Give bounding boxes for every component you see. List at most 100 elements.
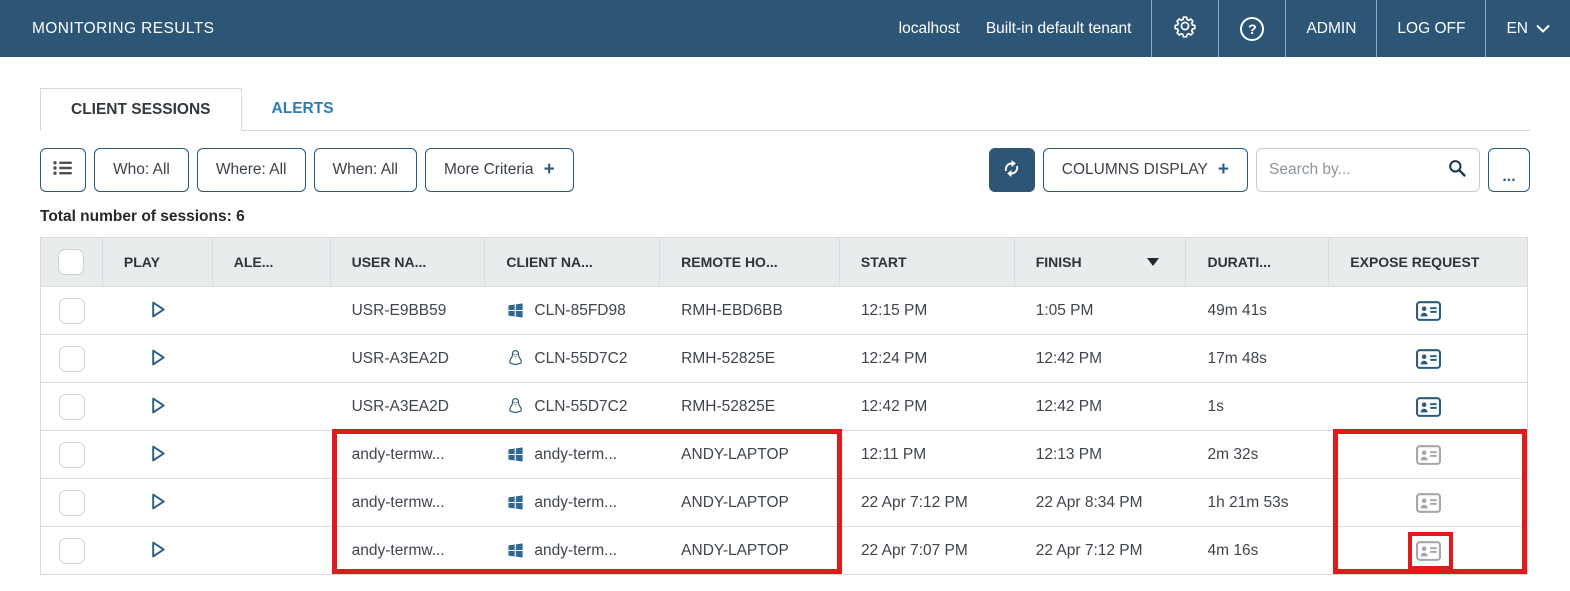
row-checkbox[interactable]	[59, 538, 85, 564]
columns-display-button[interactable]: COLUMNS DISPLAY +	[1043, 148, 1248, 192]
play-session-button[interactable]	[146, 490, 169, 516]
row-checkbox[interactable]	[59, 394, 85, 420]
play-session-button[interactable]	[146, 298, 169, 324]
header-finish-sorted[interactable]: FINISH	[1015, 238, 1187, 286]
filter-toolbar: Who: All Where: All When: All More Crite…	[40, 148, 1530, 192]
cell-alerts	[213, 479, 331, 526]
cell-user-name: USR-A3EA2D	[331, 383, 486, 430]
cell-duration: 2m 32s	[1186, 431, 1329, 478]
when-filter-label: When: All	[333, 161, 398, 179]
header-start[interactable]: START	[840, 238, 1015, 286]
cell-remote-host: ANDY-LAPTOP	[660, 527, 840, 574]
expose-request-icon[interactable]	[1416, 397, 1441, 417]
cell-start: 22 Apr 7:12 PM	[840, 479, 1015, 526]
header-duration[interactable]: DURATI...	[1186, 238, 1329, 286]
play-icon	[146, 490, 169, 516]
cell-remote-host: ANDY-LAPTOP	[660, 431, 840, 478]
row-checkbox[interactable]	[59, 442, 85, 468]
header-client-name[interactable]: CLIENT NA...	[485, 238, 660, 286]
list-icon	[53, 160, 73, 181]
cell-finish: 1:05 PM	[1015, 287, 1187, 334]
cell-finish: 12:42 PM	[1015, 383, 1187, 430]
header-alerts[interactable]: ALE...	[213, 238, 331, 286]
windows-os-icon	[506, 541, 525, 560]
cell-alerts	[213, 383, 331, 430]
play-session-button[interactable]	[146, 442, 169, 468]
more-options-button[interactable]: ...	[1488, 148, 1530, 192]
cell-finish: 12:42 PM	[1015, 335, 1187, 382]
sessions-table: PLAY ALE... USER NA... CLIENT NA... REMO…	[40, 237, 1528, 575]
table-body: USR-E9BB59 CLN-85FD98 RMH-EBD6BB 12:15 P…	[41, 286, 1527, 574]
cell-remote-host: RMH-52825E	[660, 383, 840, 430]
tab-alerts[interactable]: ALERTS	[242, 88, 364, 130]
refresh-button[interactable]	[989, 148, 1035, 192]
expose-request-icon[interactable]	[1416, 349, 1441, 369]
table-row: USR-E9BB59 CLN-85FD98 RMH-EBD6BB 12:15 P…	[41, 286, 1527, 334]
windows-os-icon	[506, 301, 525, 320]
cell-remote-host: RMH-EBD6BB	[660, 287, 840, 334]
cell-start: 12:42 PM	[840, 383, 1015, 430]
cell-user-name: USR-A3EA2D	[331, 335, 486, 382]
cell-start: 12:11 PM	[840, 431, 1015, 478]
help-button[interactable]: ?	[1218, 0, 1285, 57]
columns-display-label: COLUMNS DISPLAY	[1062, 161, 1208, 179]
expose-request-icon	[1416, 493, 1441, 513]
cell-finish: 12:13 PM	[1015, 431, 1187, 478]
header-expose-request[interactable]: EXPOSE REQUEST	[1329, 238, 1527, 286]
search-input[interactable]	[1269, 161, 1447, 179]
tab-client-sessions[interactable]: CLIENT SESSIONS	[40, 88, 242, 131]
linux-os-icon	[506, 397, 525, 416]
header-play[interactable]: PLAY	[103, 238, 213, 286]
cell-client-name: CLN-55D7C2	[485, 383, 660, 430]
admin-label: ADMIN	[1306, 20, 1356, 38]
host-tenant: localhost Built-in default tenant	[879, 0, 1152, 57]
sort-desc-icon	[1147, 258, 1159, 266]
expose-request-icon	[1416, 445, 1441, 465]
play-session-button[interactable]	[146, 346, 169, 372]
expose-request-icon	[1416, 541, 1441, 561]
page-title: MONITORING RESULTS	[0, 0, 214, 57]
select-all-header	[41, 238, 103, 286]
row-checkbox[interactable]	[59, 298, 85, 324]
search-box	[1256, 148, 1480, 192]
cell-start: 12:24 PM	[840, 335, 1015, 382]
where-filter-label: Where: All	[216, 161, 287, 179]
plus-icon: +	[1218, 159, 1229, 181]
where-filter-button[interactable]: Where: All	[197, 148, 306, 192]
cell-user-name: USR-E9BB59	[331, 287, 486, 334]
who-filter-button[interactable]: Who: All	[94, 148, 189, 192]
tenant-name: Built-in default tenant	[986, 20, 1132, 38]
select-all-checkbox[interactable]	[58, 249, 84, 275]
log-off-button[interactable]: LOG OFF	[1376, 0, 1485, 57]
top-bar-right: localhost Built-in default tenant ? ADMI…	[879, 0, 1570, 57]
admin-menu[interactable]: ADMIN	[1285, 0, 1376, 57]
more-criteria-button[interactable]: More Criteria +	[425, 148, 574, 192]
row-checkbox[interactable]	[59, 490, 85, 516]
play-session-button[interactable]	[146, 538, 169, 564]
play-session-button[interactable]	[146, 394, 169, 420]
cell-finish: 22 Apr 7:12 PM	[1015, 527, 1187, 574]
search-icon[interactable]	[1447, 158, 1467, 183]
play-icon	[146, 346, 169, 372]
table-row: USR-A3EA2D CLN-55D7C2 RMH-52825E 12:42 P…	[41, 382, 1527, 430]
row-checkbox[interactable]	[59, 346, 85, 372]
settings-button[interactable]	[1151, 0, 1218, 57]
language-selector[interactable]: EN	[1485, 0, 1570, 57]
cell-client-name: CLN-55D7C2	[485, 335, 660, 382]
expose-request-icon[interactable]	[1416, 301, 1441, 321]
header-user-name[interactable]: USER NA...	[331, 238, 486, 286]
table-tools-group: COLUMNS DISPLAY + ...	[989, 148, 1530, 192]
list-view-button[interactable]	[40, 148, 86, 192]
when-filter-button[interactable]: When: All	[314, 148, 417, 192]
play-icon	[146, 394, 169, 420]
help-icon: ?	[1240, 17, 1264, 41]
cell-remote-host: RMH-52825E	[660, 335, 840, 382]
cell-alerts	[213, 335, 331, 382]
cell-duration: 4m 16s	[1186, 527, 1329, 574]
cell-start: 22 Apr 7:07 PM	[840, 527, 1015, 574]
tab-client-sessions-label: CLIENT SESSIONS	[71, 101, 211, 119]
header-remote-host[interactable]: REMOTE HO...	[660, 238, 840, 286]
cell-client-name: andy-term...	[485, 431, 660, 478]
cell-user-name: andy-termw...	[331, 479, 486, 526]
refresh-icon	[1001, 158, 1022, 182]
